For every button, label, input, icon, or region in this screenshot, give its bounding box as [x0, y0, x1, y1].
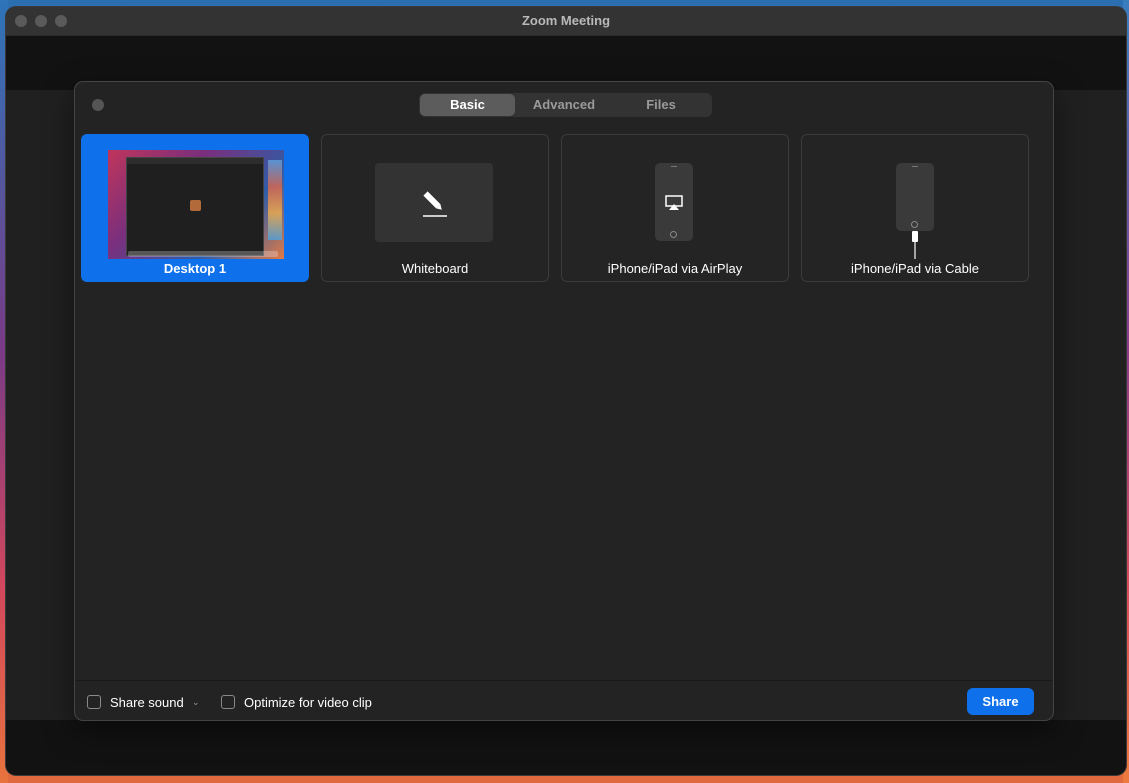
phone-preview — [655, 163, 693, 241]
share-screen-dialog: Basic Advanced Files Desktop 1 Whiteboar… — [75, 82, 1053, 720]
title-bar[interactable]: Zoom Meeting — [6, 7, 1126, 36]
share-card-whiteboard[interactable]: Whiteboard — [321, 134, 549, 282]
share-sound-label[interactable]: Share sound — [110, 695, 184, 710]
phone-preview — [896, 163, 934, 231]
optimize-video-checkbox[interactable] — [221, 695, 235, 709]
share-card-desktop-1[interactable]: Desktop 1 — [81, 134, 309, 282]
share-tabs: Basic Advanced Files — [419, 93, 712, 117]
cable-icon — [912, 231, 918, 259]
window-title: Zoom Meeting — [521, 13, 611, 28]
dialog-close-button[interactable] — [92, 99, 104, 111]
share-card-cable[interactable]: iPhone/iPad via Cable — [801, 134, 1029, 282]
tab-advanced[interactable]: Advanced — [515, 94, 613, 116]
share-button[interactable]: Share — [967, 688, 1034, 715]
tab-basic[interactable]: Basic — [420, 94, 515, 116]
pencil-icon — [423, 191, 447, 217]
desktop-thumbnail — [108, 150, 284, 259]
chevron-down-icon[interactable]: ⌄ — [192, 697, 200, 708]
footer-divider — [75, 680, 1053, 681]
card-label: iPhone/iPad via Cable — [851, 261, 979, 276]
card-label: iPhone/iPad via AirPlay — [607, 261, 743, 276]
card-label: Whiteboard — [401, 261, 469, 276]
whiteboard-preview — [375, 163, 493, 242]
optimize-video-label[interactable]: Optimize for video clip — [244, 695, 372, 710]
airplay-icon — [665, 195, 683, 210]
tab-files[interactable]: Files — [613, 94, 709, 116]
share-card-airplay[interactable]: iPhone/iPad via AirPlay — [561, 134, 789, 282]
card-label: Desktop 1 — [163, 261, 227, 276]
meeting-toolbar — [6, 720, 1126, 775]
share-sound-checkbox[interactable] — [87, 695, 101, 709]
